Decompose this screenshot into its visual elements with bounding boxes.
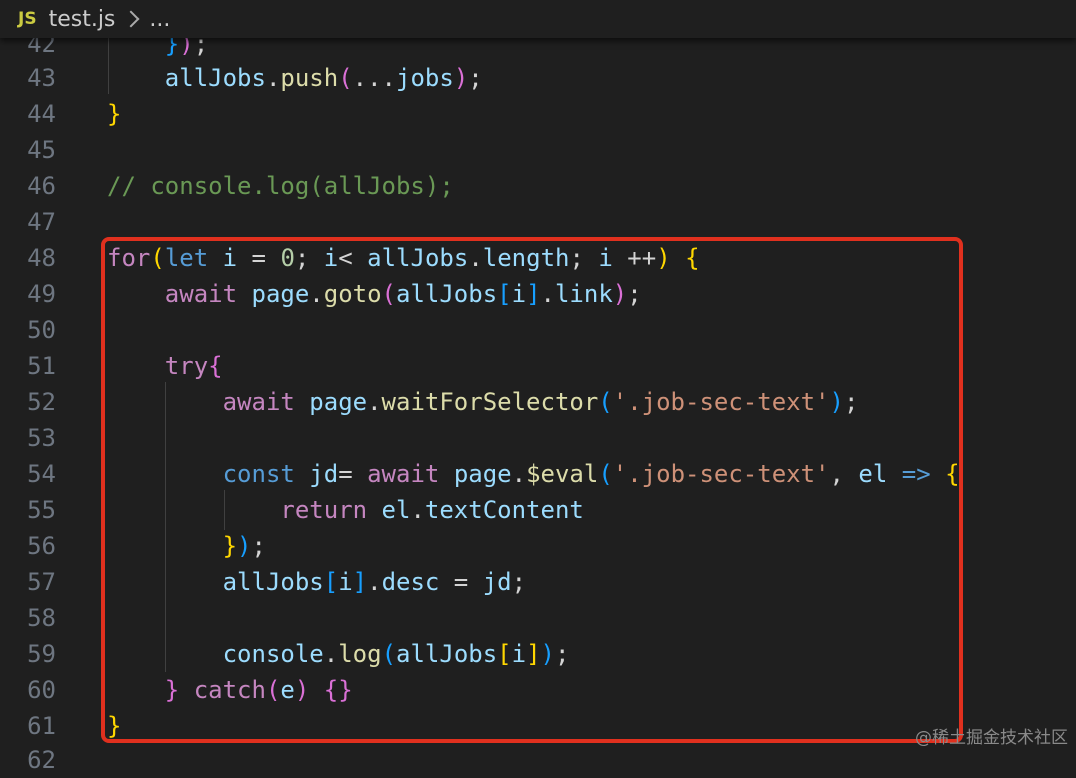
line-number: 49 <box>27 280 56 308</box>
line-number: 55 <box>27 496 56 524</box>
line-number: 59 <box>27 640 56 668</box>
code-line: 45 <box>0 132 1076 168</box>
line-number: 57 <box>27 568 56 596</box>
breadcrumb-file-name[interactable]: test.js <box>49 7 116 32</box>
code-line: 43 allJobs.push(...jobs); <box>0 60 1076 96</box>
line-number: 61 <box>27 712 56 740</box>
chevron-right-icon <box>122 10 140 28</box>
breadcrumb: JS test.js ... <box>0 0 1076 38</box>
code-text[interactable]: // console.log(allJobs); <box>107 168 454 204</box>
line-number: 60 <box>27 676 56 704</box>
line-number: 50 <box>27 316 56 344</box>
line-number: 54 <box>27 460 56 488</box>
code-text[interactable]: allJobs.push(...jobs); <box>107 60 483 96</box>
line-number: 58 <box>27 604 56 632</box>
code-line: 44 } <box>0 96 1076 132</box>
line-number: 48 <box>27 244 56 272</box>
code-text[interactable]: } <box>107 96 121 132</box>
line-number: 44 <box>27 100 56 128</box>
line-number: 62 <box>27 746 56 774</box>
line-number: 52 <box>27 388 56 416</box>
line-number: 43 <box>27 64 56 92</box>
javascript-file-icon: JS <box>18 9 37 29</box>
line-number: 45 <box>27 136 56 164</box>
code-editor[interactable]: 42 }); 43 allJobs.push(...jobs); 44 } 45… <box>0 0 1076 774</box>
line-number: 51 <box>27 352 56 380</box>
code-line: 47 <box>0 204 1076 240</box>
code-line: 46 // console.log(allJobs); <box>0 168 1076 204</box>
watermark: @稀土掘金技术社区 <box>915 728 1068 748</box>
line-number: 47 <box>27 208 56 236</box>
highlight-annotation-box <box>101 237 963 743</box>
line-number: 46 <box>27 172 56 200</box>
line-number: 56 <box>27 532 56 560</box>
line-number: 53 <box>27 424 56 452</box>
breadcrumb-more[interactable]: ... <box>149 7 170 32</box>
